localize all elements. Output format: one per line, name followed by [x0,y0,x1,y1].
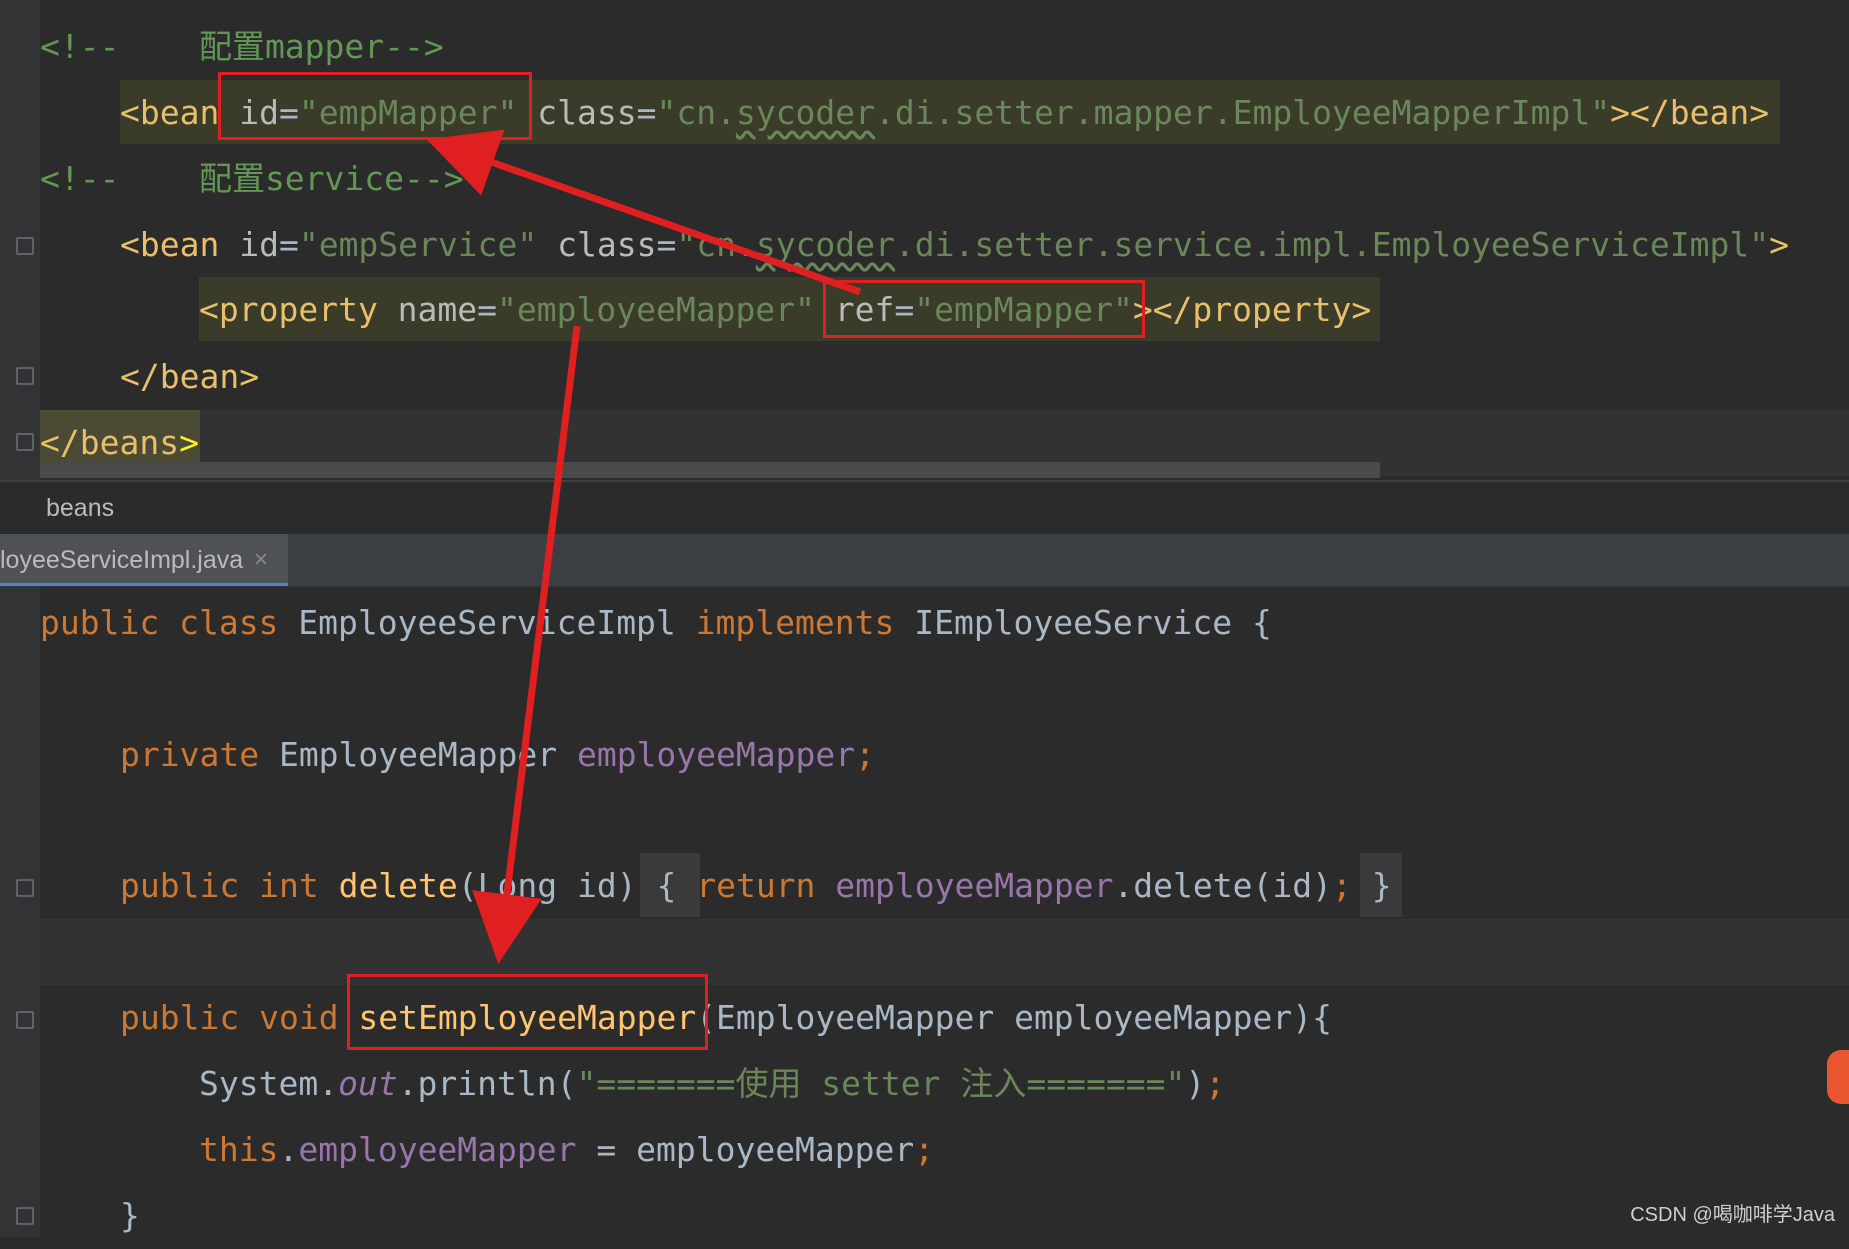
annotation-arrows [426,129,862,964]
arrow-property-to-setter [472,325,581,964]
floating-plugin-icon[interactable] [1827,1050,1849,1104]
arrow-ref-to-id [426,129,862,296]
watermark: CSDN @喝咖啡学Java [1630,1204,1835,1226]
